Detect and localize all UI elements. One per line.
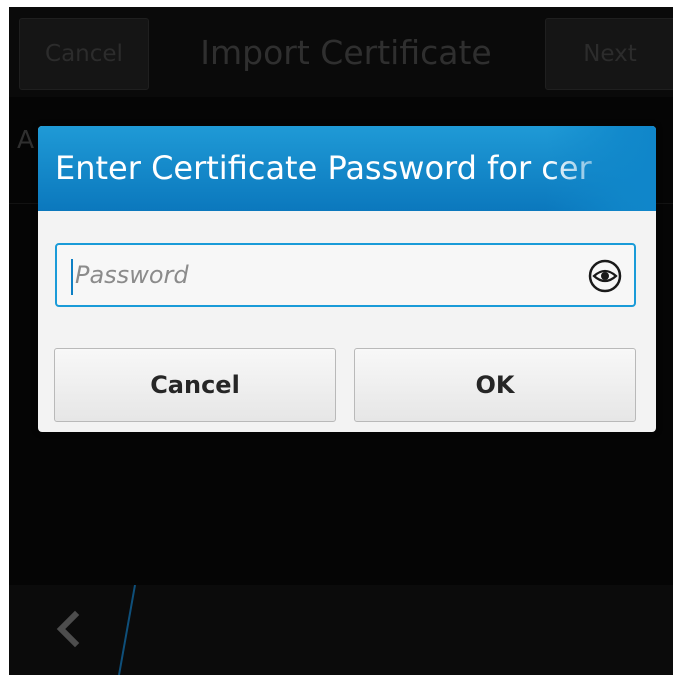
background-text: A [17, 125, 35, 154]
ok-button[interactable]: OK [354, 348, 636, 422]
dialog-title: Enter Certificate Password for cer [55, 149, 592, 187]
password-input[interactable] [75, 251, 555, 299]
cancel-button[interactable]: Cancel [54, 348, 336, 422]
title-fade [546, 126, 656, 211]
eye-icon[interactable] [588, 259, 622, 293]
password-dialog: Enter Certificate Password for cer Cance… [38, 126, 656, 432]
titlebar-next-button[interactable]: Next [545, 18, 673, 90]
chevron-left-icon [56, 610, 80, 648]
password-field[interactable] [55, 243, 636, 307]
action-bar [9, 585, 673, 675]
page-title: Import Certificate [200, 33, 492, 72]
title-bar: Cancel Import Certificate Next [9, 7, 673, 97]
text-cursor [71, 259, 73, 295]
screen: Cancel Import Certificate Next A Enter C… [9, 7, 673, 675]
titlebar-cancel-button[interactable]: Cancel [19, 18, 149, 90]
dialog-header: Enter Certificate Password for cer [38, 126, 656, 211]
back-button[interactable] [49, 609, 89, 649]
